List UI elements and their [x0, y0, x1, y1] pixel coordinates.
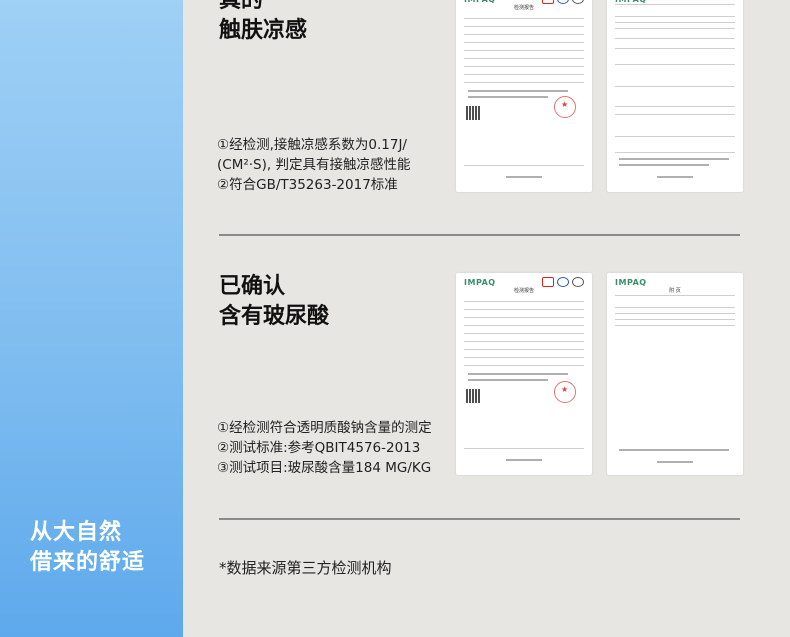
- banner-slogan-line2: 借来的舒适: [30, 550, 146, 575]
- section2-point-1: ①经检测符合透明质酸钠含量的测定: [217, 420, 432, 436]
- section2-point-2: ②测试标准:参考QBIT4576-2013: [217, 440, 421, 456]
- qr-code-icon: [466, 106, 480, 120]
- section1-heading-line1: 真的: [219, 0, 264, 13]
- test-report-appendix-document: IMPAQ: [607, 0, 743, 192]
- certification-marks-icon: [542, 277, 584, 287]
- appendix-title: 附 页: [669, 288, 681, 294]
- section-divider: [219, 234, 740, 236]
- impaq-logo: IMPAQ: [464, 278, 496, 287]
- section1-point-1: ①经检测,接触凉感系数为0.17J/: [217, 137, 407, 153]
- test-report-document: IMPAQ 检测报告 ★: [456, 273, 592, 475]
- section2-heading-line2: 含有玻尿酸: [219, 304, 330, 329]
- data-source-footnote: *数据来源第三方检测机构: [219, 559, 392, 577]
- impaq-logo: IMPAQ: [615, 278, 647, 287]
- report-title: 检测报告: [513, 288, 534, 294]
- banner-slogan: 从大自然 借来的舒适: [30, 518, 145, 578]
- section-divider: [219, 518, 740, 520]
- left-banner: 从大自然 借来的舒适: [0, 0, 183, 637]
- section1-heading-line2: 触肤凉感: [219, 18, 308, 43]
- section1-point-3: ②符合GB/T35263-2017标准: [217, 177, 398, 193]
- section2-point-3: ③测试项目:玻尿酸含量184 MG/KG: [217, 460, 432, 476]
- content-area: 真的 触肤凉感 ①经检测,接触凉感系数为0.17J/ (CM²·S), 判定具有…: [183, 0, 790, 637]
- section1-point-2: (CM²·S), 判定具有接触凉感性能: [217, 157, 411, 173]
- section1-heading: 真的 触肤凉感: [219, 0, 307, 46]
- section2-heading-line1: 已确认: [219, 274, 286, 299]
- banner-slogan-line1: 从大自然: [30, 520, 123, 545]
- test-report-document: IMPAQ 检测报告 ★: [456, 0, 592, 192]
- qr-code-icon: [466, 389, 480, 403]
- test-report-appendix-document: IMPAQ 附 页: [607, 273, 743, 475]
- section2-heading: 已确认 含有玻尿酸: [219, 272, 329, 332]
- report-title: 检测报告: [513, 5, 534, 11]
